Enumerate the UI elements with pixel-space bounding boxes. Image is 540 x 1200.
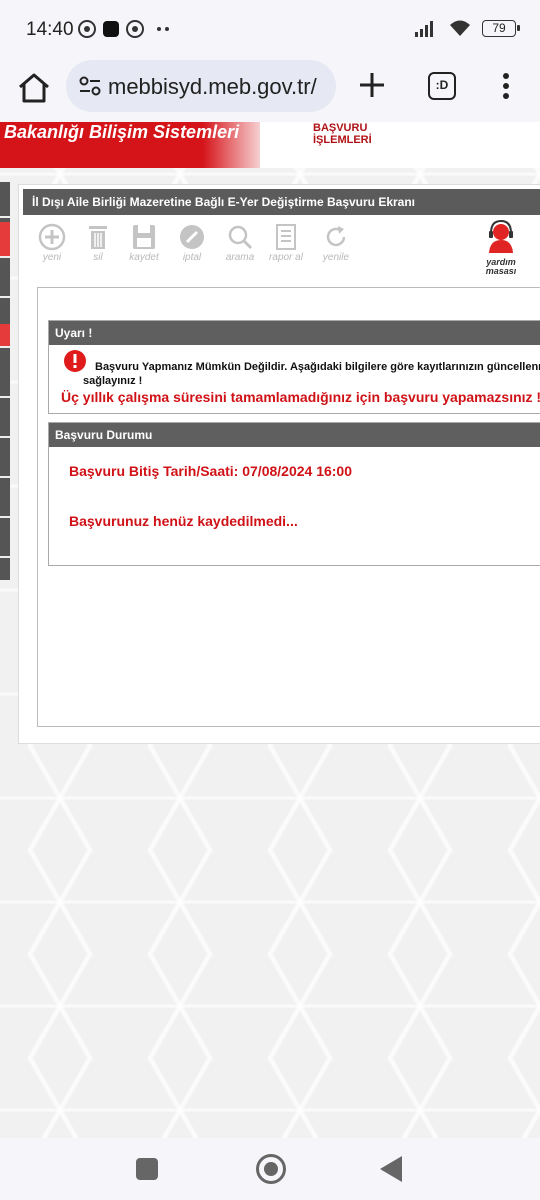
help-desk-button[interactable]: yardım masası [479,219,523,276]
side-menu-item[interactable] [0,482,10,518]
status-bar: 14:40 79 [0,0,540,60]
save-icon [133,225,155,249]
delete-button[interactable]: sil [75,223,121,263]
refresh-button[interactable]: yenile [313,223,359,263]
search-icon [228,225,253,250]
headset-support-icon [489,219,513,253]
side-menu-strip[interactable] [0,182,10,580]
chrome-icon [78,20,96,38]
url-text: mebbisyd.meb.gov.tr/ [108,74,317,99]
home-icon[interactable] [14,68,54,108]
status-box: Başvuru Durumu Başvuru Bitiş Tarih/Saati… [48,422,540,566]
menu-line-2: İŞLEMLERİ [313,134,372,146]
tool-label: sil [93,252,103,263]
warning-text-cont: sağlayınız ! [83,375,143,387]
tool-label: iptal [182,252,202,263]
tool-label: rapor al [269,252,303,263]
wifi-icon [450,20,470,36]
trash-icon [89,226,107,249]
side-menu-item[interactable] [0,182,10,218]
warning-box: Uyarı ! Başvuru Yapmanız Mümkün Değildir… [48,320,540,414]
deadline-text: Başvuru Bitiş Tarih/Saati: 07/08/2024 16… [69,463,352,479]
site-header: Bakanlığı Bilişim Sistemleri BAŞVURU İŞL… [0,122,540,168]
new-button[interactable]: yeni [29,223,75,263]
refresh-icon [326,226,346,247]
help-label-2: masası [485,266,517,276]
chrome-icon [126,20,144,38]
recents-icon[interactable] [136,1158,158,1180]
add-circle-icon [38,223,66,251]
battery-icon: 79 [482,19,520,37]
cancel-pencil-icon [180,225,204,249]
content-frame: Uyarı ! Başvuru Yapmanız Mümkün Değildir… [37,287,540,727]
tool-label: yenile [322,252,350,263]
site-settings-icon[interactable] [78,75,102,97]
panel-title: İl Dışı Aile Birliği Mazeretine Bağlı E-… [23,189,540,215]
cancel-button[interactable]: iptal [169,223,215,263]
report-icon [276,224,296,250]
side-menu-item[interactable] [0,222,10,258]
tool-label: arama [225,252,255,263]
search-button[interactable]: arama [217,223,263,263]
side-menu-item[interactable] [0,522,10,558]
home-circle-icon[interactable] [256,1154,286,1184]
application-panel: İl Dışı Aile Birliği Mazeretine Bağlı E-… [18,184,540,744]
menu-line-1: BAŞVURU [313,122,368,134]
app-icon [103,21,119,37]
side-menu-item[interactable] [0,262,10,298]
browser-toolbar: mebbisyd.meb.gov.tr/ :D [0,60,540,122]
tab-switcher-button[interactable]: :D [428,72,456,100]
web-content: Bakanlığı Bilişim Sistemleri BAŞVURU İŞL… [0,122,540,1138]
back-icon[interactable] [380,1156,402,1182]
application-status-text: Başvurunuz henüz kaydedilmedi... [69,513,298,529]
warning-text: Başvuru Yapmanız Mümkün Değildir. Aşağıd… [95,361,540,373]
side-menu-item[interactable] [0,442,10,478]
overflow-menu-icon[interactable] [498,70,514,102]
brand-title: Bakanlığı Bilişim Sistemleri [4,122,240,142]
tool-label: yeni [42,252,62,263]
status-title: Başvuru Durumu [49,423,540,447]
report-button[interactable]: rapor al [263,223,309,263]
exclamation-icon [64,350,86,372]
basvuru-islemleri-menu[interactable]: BAŞVURU İŞLEMLERİ [313,122,372,146]
address-bar[interactable]: mebbisyd.meb.gov.tr/ [66,60,336,112]
side-menu-item[interactable] [0,324,10,348]
tool-label: kaydet [129,252,159,263]
side-menu-item[interactable] [0,402,10,438]
new-tab-icon[interactable] [356,68,388,102]
side-menu-item[interactable] [0,362,10,398]
save-button[interactable]: kaydet [121,223,167,263]
signal-icon [415,21,433,37]
warning-title: Uyarı ! [49,321,540,345]
warning-reason: Üç yıllık çalışma süresini tamamlamadığı… [61,389,540,405]
brand-banner: Bakanlığı Bilişim Sistemleri [0,122,260,168]
system-nav-bar [0,1138,540,1200]
more-dots-icon [157,27,169,31]
clock: 14:40 [26,19,74,40]
